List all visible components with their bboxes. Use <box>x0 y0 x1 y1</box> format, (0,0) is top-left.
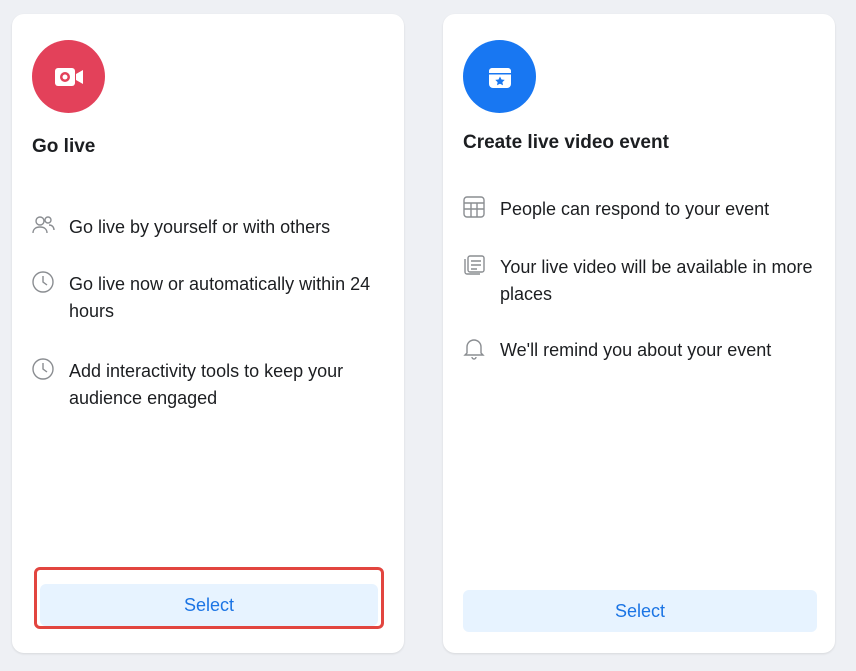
bell-icon <box>461 335 487 361</box>
go-live-select-button[interactable]: Select <box>40 584 378 626</box>
feature-item: Go live by yourself or with others <box>30 214 390 241</box>
grid-icon <box>461 194 487 220</box>
video-cards-icon <box>461 252 487 278</box>
feature-text: Go live now or automatically within 24 h… <box>69 274 371 321</box>
feature-item: People can respond to your event <box>461 196 821 223</box>
clock-icon <box>30 269 56 295</box>
people-icon <box>30 212 56 238</box>
feature-text: Go live by yourself or with others <box>69 217 331 237</box>
feature-text: People can respond to your event <box>500 199 770 219</box>
feature-item: Your live video will be available in mor… <box>461 254 821 308</box>
live-video-event-select-button[interactable]: Select <box>463 590 817 632</box>
feature-item: We'll remind you about your event <box>461 337 821 364</box>
feature-text: Add interactivity tools to keep your aud… <box>69 361 344 408</box>
feature-item: Add interactivity tools to keep your aud… <box>30 358 390 412</box>
go-live-card: Go live Go live by yourself or with othe… <box>12 14 404 653</box>
live-video-event-card: Create live video event People can respo… <box>443 14 835 653</box>
feature-item: Go live now or automatically within 24 h… <box>30 271 390 325</box>
feature-text: Your live video will be available in mor… <box>500 257 813 304</box>
clock-icon <box>30 356 56 382</box>
feature-text: We'll remind you about your event <box>500 340 772 360</box>
